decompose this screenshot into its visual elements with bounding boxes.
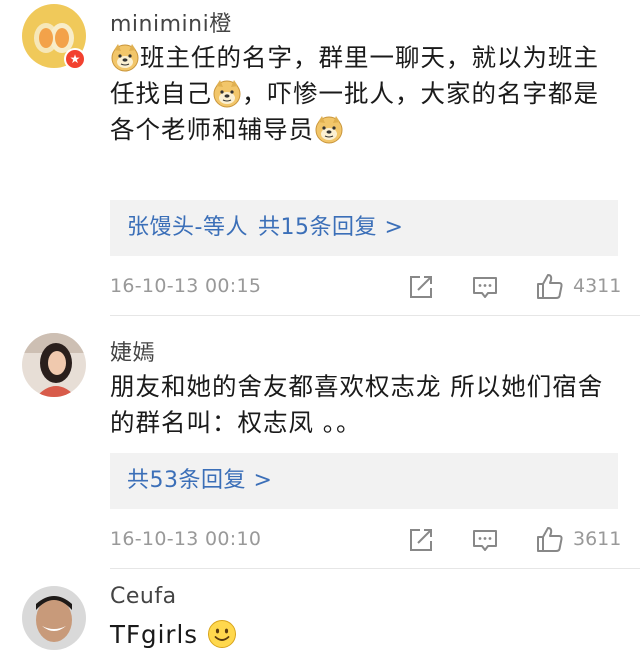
reply-count[interactable]: 共53条回复 > [127, 468, 272, 493]
text-segment: TFgirls [110, 620, 199, 649]
doge-emoji-icon [110, 42, 140, 72]
doge-emoji-icon [314, 114, 344, 144]
timestamp: 16-10-13 00:15 [110, 275, 262, 297]
like-count: 4311 [573, 275, 622, 297]
username[interactable]: 婕嫣 [110, 335, 155, 367]
username[interactable]: Ceufa [110, 584, 177, 609]
doge-emoji-icon [212, 78, 242, 108]
comment-icon[interactable] [470, 525, 500, 555]
comment-line: 朋友和她的舍友都喜欢权志龙 所以她们宿舍 [110, 372, 604, 401]
thumbs-up-icon[interactable] [535, 524, 565, 554]
comment-text: 朋友和她的舍友都喜欢权志龙 所以她们宿舍 的群名叫：权志凤 。。 [110, 369, 620, 441]
username[interactable]: minimini橙 [110, 6, 232, 38]
smile-emoji-icon [207, 619, 237, 649]
comment-line: 任找自己 ，吓惨一批人，大家的名字都是 [110, 76, 620, 112]
reply-users[interactable]: 张馒头-等人 [127, 215, 248, 240]
text-segment: ，吓惨一批人，大家的名字都是 [242, 79, 599, 108]
comment-text: 班主任的名字，群里一聊天，就以为班主 任找自己 ，吓惨一批人，大家的名字都是 各个… [110, 40, 620, 148]
text-segment: 任找自己 [110, 79, 212, 108]
star-badge-icon: ★ [64, 48, 86, 70]
divider [110, 315, 640, 316]
share-icon[interactable] [406, 525, 436, 555]
timestamp: 16-10-13 00:10 [110, 528, 262, 550]
comment-icon[interactable] [470, 272, 500, 302]
replies-button[interactable]: 共53条回复 > [110, 453, 618, 509]
text-segment: 各个老师和辅导员 [110, 115, 314, 144]
thumbs-up-icon[interactable] [535, 271, 565, 301]
comment-text: TFgirls [110, 617, 620, 653]
like-count: 3611 [573, 528, 622, 550]
share-icon[interactable] [406, 272, 436, 302]
reply-count[interactable]: 共15条回复 > [258, 215, 403, 240]
avatar[interactable] [22, 586, 86, 650]
comment-line: 各个老师和辅导员 [110, 112, 620, 148]
text-segment: 班主任的名字，群里一聊天，就以为班主 [140, 43, 599, 72]
replies-button[interactable]: 张馒头-等人 共15条回复 > [110, 200, 618, 256]
comment-line: 的群名叫：权志凤 。。 [110, 408, 362, 437]
comment-line: 班主任的名字，群里一聊天，就以为班主 [110, 40, 620, 76]
avatar[interactable] [22, 333, 86, 397]
divider [110, 568, 640, 569]
